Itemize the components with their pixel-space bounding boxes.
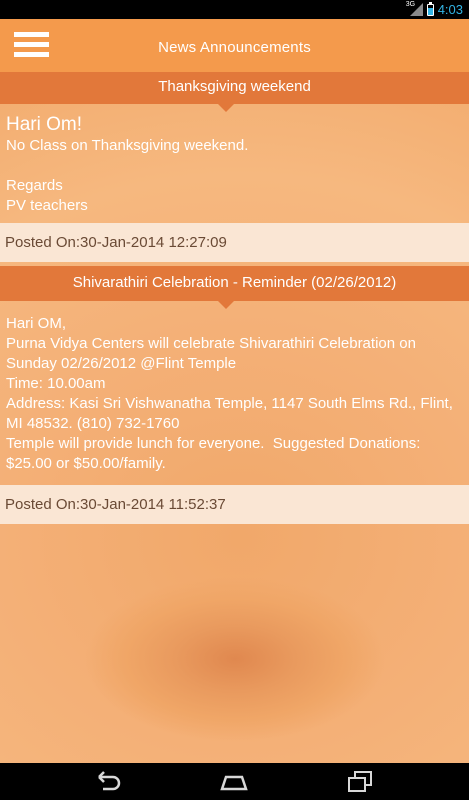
recents-icon: [348, 771, 372, 792]
posted-date: Posted On:30-Jan-2014 12:27:09: [0, 223, 469, 262]
back-button[interactable]: [83, 769, 133, 795]
recents-button[interactable]: [335, 769, 385, 795]
post-line: No Class on Thanksgiving weekend.: [6, 137, 249, 154]
page-title: News Announcements: [158, 39, 311, 56]
posted-date: Posted On:30-Jan-2014 11:52:37: [0, 485, 469, 524]
signal-icon: 3G: [405, 1, 423, 16]
post-line: Time: 10.00am: [6, 375, 106, 392]
post-line: Temple will provide lunch for everyone. …: [6, 435, 425, 472]
home-icon: [220, 775, 248, 791]
battery-level: [427, 7, 433, 15]
navigation-bar: [0, 763, 469, 800]
status-icons: 3G 4:03: [405, 1, 463, 18]
menu-icon[interactable]: [14, 32, 49, 60]
battery-icon: [426, 1, 434, 16]
post-line: Purna Vidya Centers will celebrate Shiva…: [6, 335, 421, 372]
app-screen: News Announcements Thanksgiving weekend …: [0, 19, 469, 763]
post-line: PV teachers: [6, 197, 88, 214]
post-body: Hari OM, Purna Vidya Centers will celebr…: [6, 314, 463, 474]
network-type: 3G: [405, 1, 416, 8]
post-body: Hari Om! No Class on Thanksgiving weeken…: [6, 113, 463, 216]
action-bar: News Announcements: [0, 19, 469, 72]
back-icon: [98, 771, 121, 791]
status-bar: 3G 4:03: [0, 0, 469, 19]
post-line: [6, 156, 463, 176]
post-line: Address: Kasi Sri Vishwanatha Temple, 11…: [6, 395, 458, 432]
post-title[interactable]: Thanksgiving weekend: [0, 72, 469, 112]
post-title[interactable]: Shivarathiri Celebration - Reminder (02/…: [0, 266, 469, 309]
post-greeting: Hari OM,: [6, 315, 66, 332]
clock: 4:03: [437, 2, 463, 17]
post-greeting: Hari Om!: [6, 114, 82, 135]
post-line: Regards: [6, 177, 63, 194]
home-button[interactable]: [209, 769, 259, 795]
